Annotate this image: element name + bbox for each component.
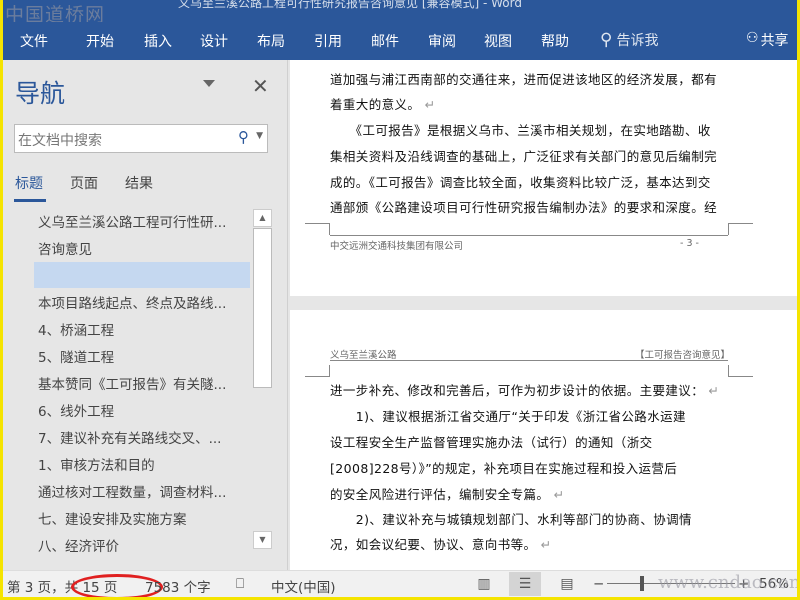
tab-home[interactable]: 开始	[86, 31, 114, 51]
nav-tab-results[interactable]: 结果	[125, 173, 153, 193]
search-input[interactable]: 在文档中搜索 ⚲ ▼	[14, 124, 268, 153]
text-line: 况，如会议纪要、协议、意向书等。 ↵	[330, 534, 552, 553]
tab-insert[interactable]: 插入	[144, 31, 172, 51]
window-title: 义乌至兰溪公路工程可行性研究报告咨询意见 [兼容模式] - Word	[178, 0, 522, 10]
crop-mark	[728, 223, 753, 235]
tab-review[interactable]: 审阅	[428, 31, 456, 51]
read-mode-icon[interactable]: ▥	[468, 572, 500, 596]
ribbon-tabs: 文件 开始 插入 设计 布局 引用 邮件 审阅 视图 帮助 ⚲ 告诉我 ⚇ 共享	[3, 22, 797, 60]
text: 况，如会议纪要、协议、意向书等。	[330, 537, 537, 552]
text-line: 集相关资料及沿线调查的基础上，广泛征求有关部门的意见后编制完	[330, 149, 718, 164]
word-window: 义乌至兰溪公路工程可行性研究报告咨询意见 [兼容模式] - Word 中国道桥网…	[3, 0, 797, 597]
scroll-down-icon[interactable]: ▼	[253, 531, 272, 549]
navigation-pane: 导航 ✕ 在文档中搜索 ⚲ ▼ 标题 页面 结果 义乌至兰溪公路工程可行性研..…	[3, 60, 288, 570]
text: 的安全风险进行评估，编制安全专篇。	[330, 487, 550, 502]
header-left: 义乌至兰溪公路	[330, 350, 397, 361]
tab-design[interactable]: 设计	[200, 31, 228, 51]
text: 进一步补充、修改和完善后，可作为初步设计的依据。主要建议：	[330, 383, 705, 398]
footer-left: 中交远洲交通科技集团有限公司	[330, 241, 464, 252]
share-label: 共享	[760, 33, 789, 49]
header-rule	[330, 360, 728, 361]
page-4: 义乌至兰溪公路 【工可报告咨询意见】 进一步补充、修改和完善后，可作为初步设计的…	[290, 310, 797, 570]
chevron-down-icon[interactable]: ▼	[256, 131, 263, 141]
text-line: [2008]228号）》”的规定，补充项目在实施过程和投入运营后	[330, 461, 678, 476]
text-line: 1)、建议根据浙江省交通厅“关于印发《浙江省公路水运建	[330, 409, 686, 424]
heading-item[interactable]: 基本赞同《工可报告》有关隧...	[38, 373, 226, 393]
print-layout-icon[interactable]: ☰	[509, 572, 541, 596]
footer-rule	[330, 235, 728, 236]
heading-item[interactable]: 5、隧道工程	[38, 346, 114, 366]
nav-tab-headings[interactable]: 标题	[15, 173, 43, 193]
status-bar: 第 3 页，共 15 页 7583 个字 ⎕ 中文(中国) ▥ ☰ ▤ − + …	[3, 570, 797, 597]
word-count[interactable]: 7583 个字	[145, 576, 211, 596]
paragraph-mark: ↵	[540, 537, 552, 552]
text-line: 道加强与浦江西南部的交通往来，进而促进该地区的经济发展，都有	[330, 72, 718, 87]
zoom-in-icon[interactable]: +	[738, 576, 749, 592]
title-bar: 义乌至兰溪公路工程可行性研究报告咨询意见 [兼容模式] - Word	[3, 0, 797, 22]
tell-me-label: 告诉我	[616, 33, 659, 49]
zoom-level[interactable]: 56%	[759, 576, 789, 592]
heading-item[interactable]: 1、审核方法和目的	[38, 454, 155, 474]
paragraph-mark: ↵	[708, 383, 720, 398]
tab-view[interactable]: 视图	[484, 31, 512, 51]
nav-tab-pages[interactable]: 页面	[70, 173, 98, 193]
heading-item[interactable]: 七、建设安排及实施方案	[38, 508, 187, 528]
headings-scrollbar[interactable]: ▲ ▼	[253, 209, 272, 597]
heading-item[interactable]: 本项目路线起点、终点及路线...	[38, 292, 226, 312]
text-line: 成的。《工可报告》调查比较全面，收集资料比较广泛，基本达到交	[330, 175, 711, 190]
heading-item[interactable]: 6、线外工程	[38, 400, 114, 420]
nav-title: 导航	[15, 79, 66, 108]
crop-mark	[305, 223, 330, 235]
paragraph-mark: ↵	[424, 97, 436, 112]
text-line: 进一步补充、修改和完善后，可作为初步设计的依据。主要建议： ↵	[330, 380, 719, 399]
text-line: 2)、建议补充与城镇规划部门、水利等部门的协商、协调情	[330, 512, 692, 527]
tab-help[interactable]: 帮助	[541, 31, 569, 51]
heading-item[interactable]: 7、建议补充有关路线交叉、...	[38, 427, 221, 447]
page-number: - 3 -	[680, 238, 699, 249]
heading-item[interactable]: 4、桥涵工程	[38, 319, 114, 339]
heading-item[interactable]: 义乌至兰溪公路工程可行性研...	[38, 211, 226, 231]
paragraph-mark: ↵	[553, 487, 565, 502]
close-icon[interactable]: ✕	[252, 74, 269, 98]
active-tab-indicator	[14, 199, 46, 202]
scroll-up-icon[interactable]: ▲	[253, 209, 272, 227]
web-layout-icon[interactable]: ▤	[551, 572, 583, 596]
text-line: 《工可报告》是根据义乌市、兰溪市相关规划，在实地踏勘、收	[330, 123, 711, 138]
share-button[interactable]: ⚇ 共享	[746, 30, 789, 50]
text: 着重大的意义。	[330, 97, 421, 112]
language[interactable]: 中文(中国)	[271, 576, 336, 596]
search-icon[interactable]: ⚲	[238, 128, 249, 146]
pane-options-icon[interactable]	[203, 80, 215, 87]
selected-heading-highlight[interactable]	[34, 262, 250, 288]
text-line: 设工程安全生产监督管理实施办法（试行）的通知（浙交	[330, 435, 653, 450]
crop-mark	[305, 365, 330, 377]
page-3: 道加强与浦江西南部的交通往来，进而促进该地区的经济发展，都有 着重大的意义。 ↵…	[290, 60, 797, 296]
document-area[interactable]: 道加强与浦江西南部的交通往来，进而促进该地区的经济发展，都有 着重大的意义。 ↵…	[288, 60, 797, 570]
lightbulb-search-icon: ⚲	[600, 30, 613, 50]
crop-mark	[728, 365, 753, 377]
zoom-slider[interactable]	[607, 583, 735, 584]
tab-mailings[interactable]: 邮件	[371, 31, 399, 51]
person-add-icon: ⚇	[746, 30, 759, 46]
search-placeholder: 在文档中搜索	[18, 133, 102, 149]
text-line: 通部颁《公路建设项目可行性研究报告编制办法》的要求和深度。经	[330, 200, 718, 215]
zoom-slider-thumb[interactable]	[640, 576, 644, 591]
heading-item[interactable]: 八、经济评价	[38, 535, 119, 555]
text-line: 的安全风险进行评估，编制安全专篇。 ↵	[330, 484, 565, 503]
proofing-icon[interactable]: ⎕	[236, 576, 244, 592]
tab-layout[interactable]: 布局	[257, 31, 285, 51]
heading-item[interactable]: 通过核对工程数量，调查材料...	[38, 481, 226, 501]
heading-item[interactable]: 咨询意见	[38, 238, 92, 258]
tell-me-button[interactable]: ⚲ 告诉我	[600, 30, 658, 50]
tab-references[interactable]: 引用	[314, 31, 342, 51]
text-line: 着重大的意义。 ↵	[330, 94, 436, 113]
tab-file[interactable]: 文件	[20, 31, 48, 51]
scrollbar-thumb[interactable]	[253, 228, 272, 388]
zoom-out-icon[interactable]: −	[593, 576, 604, 592]
header-right: 【工可报告咨询意见】	[635, 350, 731, 361]
